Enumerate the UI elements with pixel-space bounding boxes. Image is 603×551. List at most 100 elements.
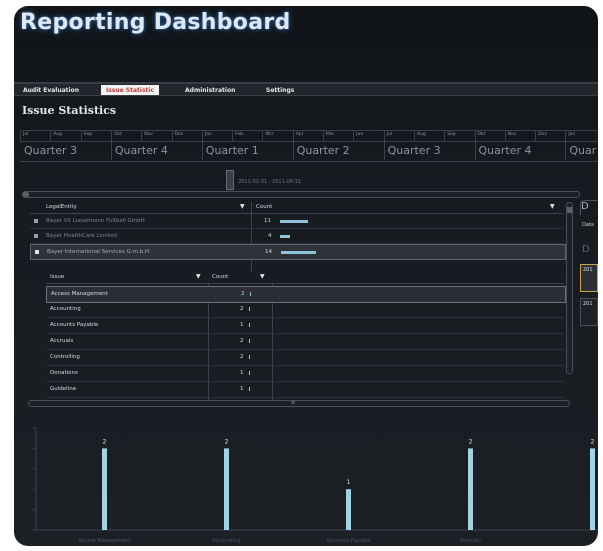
issue-bar-chart: 2 Access Management 2 Accounting 1 Accounts P… xyxy=(33,427,598,544)
scrollbar-grip-icon[interactable]: ≡ xyxy=(291,401,295,406)
count-bar xyxy=(280,220,308,223)
bar-value-label: 1 xyxy=(347,479,351,486)
table-row[interactable]: Accounting 2 xyxy=(46,302,564,318)
issue-name: Accounts Payable xyxy=(50,322,99,328)
timeline-month: Mai xyxy=(326,132,334,137)
issue-name: Donations xyxy=(50,370,78,376)
bar-value-label: 2 xyxy=(225,438,229,445)
month-separator xyxy=(201,131,203,141)
issue-count-column-header[interactable]: Count xyxy=(212,272,228,283)
timeline-quarter[interactable]: Quarter 4 xyxy=(479,144,532,157)
chart-bar[interactable] xyxy=(468,448,473,530)
legal-entity-count: 11 xyxy=(264,218,271,224)
quarter-separator xyxy=(474,142,476,160)
expand-icon[interactable] xyxy=(34,234,38,238)
issue-name: Access Management xyxy=(51,291,108,297)
month-separator xyxy=(383,131,385,141)
timeline-quarter[interactable]: Quarter 4 xyxy=(115,144,168,157)
legal-entity-column-header[interactable]: LegalEntity xyxy=(46,202,77,213)
timeline-quarter[interactable]: Quar xyxy=(569,144,596,157)
quarter-separator xyxy=(565,142,567,160)
timeline-month: Aug xyxy=(416,132,426,137)
quarter-separator xyxy=(110,142,112,160)
chart-bar[interactable] xyxy=(102,448,107,530)
count-bar xyxy=(280,235,290,238)
issue-name: Accounting xyxy=(50,306,81,312)
timeline-month: Sep xyxy=(83,132,93,137)
filter-icon[interactable]: ▼ xyxy=(196,274,202,280)
issue-count: 1 xyxy=(240,386,244,392)
timeline-quarter[interactable]: Quarter 1 xyxy=(206,144,259,157)
table-row[interactable]: Bayer Vit Lieselmann Fußball GmbH 11 xyxy=(30,214,564,229)
table-row[interactable]: Accounts Payable 1 xyxy=(46,318,564,334)
month-separator xyxy=(262,131,264,141)
issue-vertical-scrollbar[interactable] xyxy=(566,202,573,374)
timeline-month: Apr xyxy=(295,132,304,137)
timeline-scrollbar[interactable] xyxy=(22,191,580,198)
x-tick-label: Access Management xyxy=(79,538,131,544)
issue-count: 1 xyxy=(240,370,244,376)
legal-entity-name: Bayer International Services G.m.b.H xyxy=(47,249,150,255)
timeline-month: Dez xyxy=(174,132,184,137)
month-separator xyxy=(292,131,294,141)
timeline-quarter[interactable]: Quarter 2 xyxy=(297,144,350,157)
table-row[interactable]: Accruals 2 xyxy=(46,334,564,350)
chart-bar[interactable] xyxy=(224,448,229,530)
issue-horizontal-scrollbar[interactable]: ≡ xyxy=(28,400,570,407)
tab-bar: Audit Evaluation Issue Statistic Adminis… xyxy=(14,82,598,96)
month-separator xyxy=(50,131,52,141)
month-separator xyxy=(504,131,506,141)
filter-icon[interactable]: ▼ xyxy=(550,204,556,210)
timeline-quarter[interactable]: Quarter 3 xyxy=(24,144,77,157)
timeline-quarter[interactable]: Quarter 3 xyxy=(388,144,441,157)
issue-count: 2 xyxy=(241,291,245,297)
count-bar xyxy=(249,355,250,359)
table-row[interactable]: Donations 1 xyxy=(46,366,564,382)
timeline[interactable]: Jul Aug Sep Okt Nov Dez Jan Feb Mrz Apr Mai Jun Jul A… xyxy=(20,130,598,168)
issue-name: Accruals xyxy=(50,338,74,344)
legal-entity-name: Bayer Vit Lieselmann Fußball GmbH xyxy=(46,218,145,224)
legal-entity-name: Bayer HealthCare Limited xyxy=(46,233,117,239)
x-tick-label: Accounts Payable xyxy=(327,538,371,544)
issue-count: 2 xyxy=(240,338,244,344)
legal-entity-grid: LegalEntity ▼ Count ▼ Bayer Vit Lieselma… xyxy=(30,202,566,274)
timeline-month: Okt xyxy=(113,132,122,137)
count-bar xyxy=(249,307,250,311)
right-panel-item-selected[interactable]: 201 xyxy=(580,264,598,292)
issue-column-header[interactable]: Issue xyxy=(50,272,64,283)
table-row[interactable]: Bayer HealthCare Limited 4 xyxy=(30,229,564,244)
month-separator xyxy=(413,131,415,141)
quarter-separator xyxy=(201,142,203,160)
timeline-selection-label: 2011-02-01 - 2011-06-31 xyxy=(238,179,302,185)
scrollbar-thumb[interactable] xyxy=(567,207,572,213)
timeline-month: Nov xyxy=(507,132,517,137)
timeline-selection-handle[interactable] xyxy=(226,170,234,190)
timeline-month: Jul xyxy=(23,132,29,137)
count-column-header[interactable]: Count xyxy=(256,202,272,213)
timeline-month: Jan xyxy=(204,132,212,137)
right-panel-header: D xyxy=(580,200,598,215)
count-bar xyxy=(250,292,251,296)
bar-value-label: 2 xyxy=(103,438,107,445)
timeline-month: Jun xyxy=(356,132,364,137)
filter-icon[interactable]: ▼ xyxy=(240,204,246,210)
chart-bar[interactable] xyxy=(590,448,595,530)
table-row[interactable]: Access Management 2 xyxy=(46,286,566,303)
table-row-selected[interactable]: Bayer International Services G.m.b.H 14 xyxy=(30,244,566,260)
legal-entity-count: 14 xyxy=(265,249,272,255)
expand-icon[interactable] xyxy=(34,219,38,223)
quarter-separator xyxy=(292,142,294,160)
issue-name: Guideline xyxy=(50,386,77,392)
table-row[interactable]: Controlling 2 xyxy=(46,350,564,366)
right-panel-item[interactable]: 201 xyxy=(580,298,598,326)
month-separator xyxy=(171,131,173,141)
issue-grid-header xyxy=(46,272,564,284)
filter-icon[interactable]: ▼ xyxy=(260,274,266,280)
chart-bar[interactable] xyxy=(346,489,351,530)
issue-name: Controlling xyxy=(50,354,80,360)
table-row[interactable]: Guideline 1 xyxy=(46,382,564,398)
timeline-scrollbar-thumb[interactable] xyxy=(23,192,29,197)
collapse-icon[interactable] xyxy=(35,250,39,254)
right-panel-label: Data xyxy=(582,222,594,228)
timeline-month: Dez xyxy=(538,132,547,137)
